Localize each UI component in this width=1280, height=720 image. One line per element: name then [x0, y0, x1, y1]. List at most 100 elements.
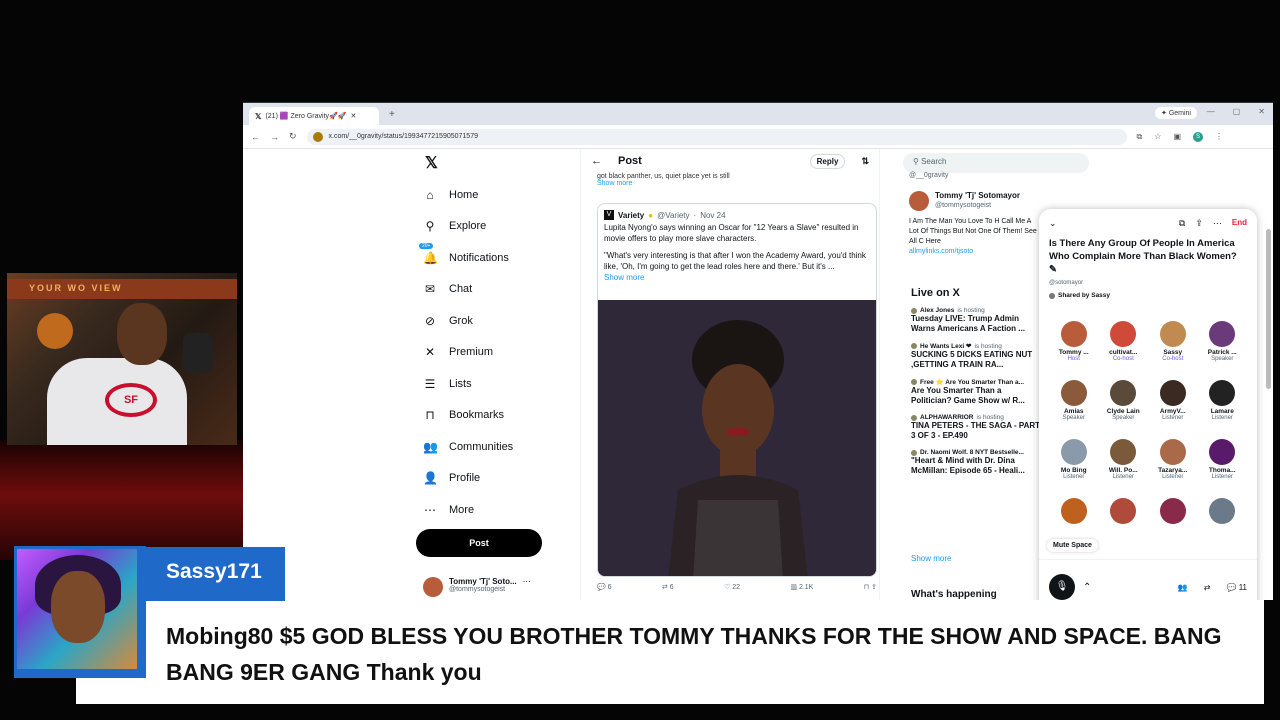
space-participant[interactable]: cultivat... Co-host: [1099, 321, 1149, 374]
post-button[interactable]: Post: [416, 529, 542, 557]
quote-paragraph-2: "What's very interesting is that after I…: [604, 251, 866, 271]
repost-action[interactable]: ⇄ 6: [662, 583, 674, 591]
browser-tab[interactable]: 𝕏 (21) 🟪 Zero Gravity🚀🚀 ✕: [249, 107, 379, 125]
space-participant[interactable]: Amias Speaker: [1049, 380, 1099, 433]
reload-icon[interactable]: ↻: [289, 131, 297, 142]
search-input[interactable]: ⚲ Search: [903, 153, 1089, 173]
views-action[interactable]: ▥ 2.1K: [790, 583, 813, 591]
minimize-icon[interactable]: —: [1207, 107, 1215, 116]
gemini-button[interactable]: ✦ Gemini: [1155, 107, 1197, 119]
nav-explore[interactable]: ⚲ Explore: [415, 211, 565, 243]
nav-profile[interactable]: 👤 Profile: [415, 463, 565, 495]
like-action[interactable]: ♡ 22: [724, 583, 740, 591]
back-arrow-icon[interactable]: ←: [251, 132, 260, 142]
chevron-down-icon[interactable]: ⌄: [1049, 218, 1057, 229]
space-participant[interactable]: Lamare Listener: [1198, 380, 1248, 433]
nav-premium[interactable]: ✕ Premium: [415, 337, 565, 369]
close-window-icon[interactable]: ✕: [1258, 107, 1265, 116]
reply-button[interactable]: Reply: [809, 153, 846, 169]
nav-grok[interactable]: ⊘ Grok: [415, 305, 565, 337]
scrollbar[interactable]: [1266, 229, 1271, 389]
space-participant[interactable]: Clyde Lain Speaker: [1099, 380, 1149, 433]
show-more-link[interactable]: Show more: [597, 180, 863, 187]
account-switcher[interactable]: Tommy 'Tj' Soto... @tommysotogeist ⋯: [423, 577, 531, 597]
nav-notifications[interactable]: 20+ 🔔 Notifications: [415, 242, 565, 274]
nav-communities[interactable]: 👥 Communities: [415, 431, 565, 463]
site-info-icon[interactable]: [312, 131, 323, 142]
profile-link[interactable]: allmylinks.com/tjsoto: [909, 247, 1039, 257]
nav-label: Grok: [449, 314, 473, 327]
forward-arrow-icon[interactable]: →: [270, 132, 279, 142]
nav-lists[interactable]: ☰ Lists: [415, 368, 565, 400]
minimize-icon[interactable]: ⧉: [1179, 218, 1185, 229]
close-tab-icon[interactable]: ✕: [350, 112, 356, 120]
comments-button[interactable]: 💬 11: [1226, 583, 1247, 592]
space-participant[interactable]: Will. Po... Listener: [1099, 439, 1149, 492]
live-item[interactable]: Free ⭐ Are You Smarter Than a... Are You …: [911, 378, 1041, 406]
space-participant[interactable]: Thoma... Listener: [1198, 439, 1248, 492]
comment-icon: 💬: [597, 584, 606, 591]
ellipsis-icon[interactable]: ⋯: [523, 577, 531, 597]
bookmark-action[interactable]: ⊓ ⇪: [864, 583, 877, 591]
ellipsis-icon[interactable]: ⋯: [1213, 218, 1222, 229]
nav-home[interactable]: ⌂ Home: [415, 179, 565, 211]
share-icon[interactable]: ⇪: [871, 584, 877, 591]
quote-show-more[interactable]: Show more: [604, 272, 870, 283]
nav-more[interactable]: ⋯ More: [415, 494, 565, 526]
live-item[interactable]: ALPHAWARRIOR is hosting TINA PETERS - THE …: [911, 414, 1041, 441]
space-title: Is There Any Group Of People In America …: [1049, 237, 1247, 276]
space-participant[interactable]: Sassy Co-host: [1148, 321, 1198, 374]
reply-action[interactable]: 💬 6: [597, 583, 612, 591]
quoted-post[interactable]: V Variety ● @Variety · Nov 24 Lupita Nyo…: [597, 203, 877, 577]
edit-icon[interactable]: ✎: [1049, 264, 1057, 275]
end-space-button[interactable]: End: [1232, 218, 1247, 229]
space-participant[interactable]: ArmyV... Listener: [1148, 380, 1198, 433]
live-item[interactable]: He Wants Lexi ❤ is hosting SUCKING 5 DICKS…: [911, 342, 1041, 370]
new-tab-icon[interactable]: +: [389, 109, 395, 120]
chevron-up-icon[interactable]: ⌃: [1083, 582, 1091, 593]
avatar: [1049, 292, 1055, 299]
profile-avatar[interactable]: S: [1193, 131, 1203, 142]
live-item[interactable]: Alex Jones is hosting Tuesday LIVE: Trump …: [911, 307, 1041, 334]
sidepanel-icon[interactable]: ▣: [1173, 132, 1181, 141]
nav-chat[interactable]: ✉ Chat: [415, 274, 565, 306]
space-participant[interactable]: Mo Bing Listener: [1049, 439, 1099, 492]
bookmark-star-icon[interactable]: ☆: [1154, 132, 1161, 141]
webcam-sign: YOUR WO VIEW: [7, 279, 237, 299]
x-logo-icon[interactable]: 𝕏: [425, 153, 565, 173]
globe-prop: [37, 313, 73, 349]
more-circle-icon: ⋯: [424, 502, 436, 517]
space-participant[interactable]: Patrick ... Speaker: [1198, 321, 1248, 374]
share-icon[interactable]: ⇪: [1195, 218, 1203, 229]
maximize-icon[interactable]: ▢: [1233, 107, 1241, 116]
menu-kebab-icon[interactable]: ⋮: [1215, 132, 1223, 141]
microphone-icon[interactable]: 🎙: [1049, 574, 1075, 600]
profile-card[interactable]: @__0gravity Tommy 'Tj' Sotomayor @tommys…: [909, 171, 1039, 257]
live-item-title: Tuesday LIVE: Trump Admin Warns American…: [911, 314, 1025, 333]
live-status: is hosting: [976, 414, 1004, 421]
avatar: [1060, 321, 1087, 347]
install-icon[interactable]: ⧉: [1137, 132, 1143, 142]
avatar: [911, 379, 917, 385]
back-arrow-icon[interactable]: ←: [591, 155, 602, 167]
live-item[interactable]: Dr. Naomi Wolf. 8 NYT Bestselle... "Heart…: [911, 449, 1041, 476]
show-more-link[interactable]: Show more: [911, 554, 951, 563]
people-icon[interactable]: 👥: [1178, 583, 1188, 592]
post-photo[interactable]: [598, 300, 876, 576]
bookmark-icon: ⊓: [425, 408, 435, 423]
live-host: He Wants Lexi ❤: [920, 343, 972, 350]
space-participant[interactable]: Tazarya... Listener: [1148, 439, 1198, 492]
space-participant[interactable]: [1099, 498, 1149, 551]
space-participant[interactable]: [1198, 498, 1248, 551]
avatar: [911, 307, 917, 314]
live-status: is hosting: [957, 307, 985, 314]
filter-icon[interactable]: ⇅: [861, 156, 869, 167]
live-status: is hosting: [974, 342, 1002, 350]
url-field[interactable]: x.com/__0gravity/status/1993477215905071…: [306, 128, 1127, 145]
space-participant[interactable]: Tommy ... Host: [1049, 321, 1099, 374]
reply-count: 6: [607, 584, 612, 591]
repost-icon[interactable]: ⇄: [1204, 583, 1211, 592]
search-icon: ⚲: [425, 219, 435, 234]
space-participant[interactable]: [1148, 498, 1198, 551]
nav-bookmarks[interactable]: ⊓ Bookmarks: [415, 400, 565, 432]
